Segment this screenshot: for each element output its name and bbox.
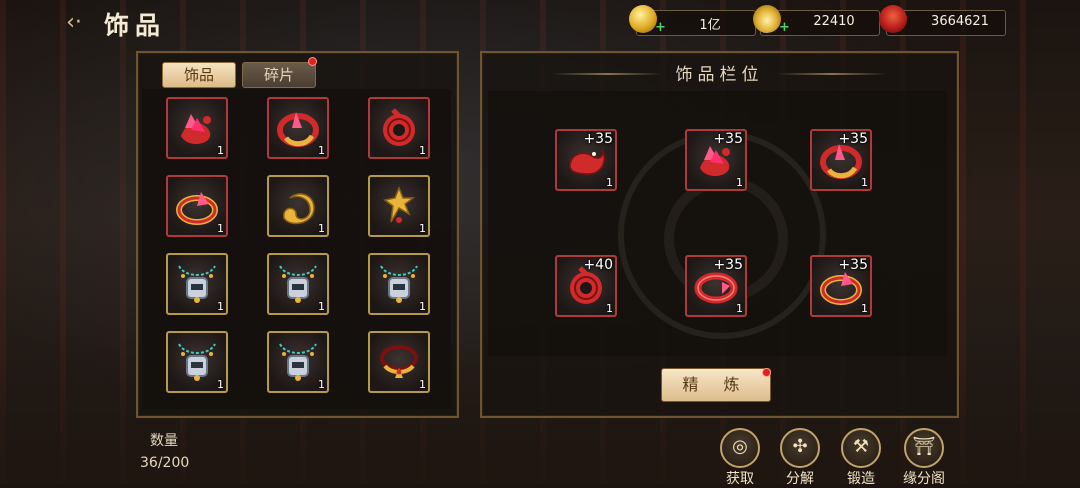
action-obtain[interactable]: ◎ 获取 (715, 428, 765, 488)
gold-coin-icon (629, 5, 657, 33)
enhance-level: +35 (838, 257, 868, 273)
item-count: 1 (318, 300, 325, 313)
inventory-item-slot[interactable]: 1 (267, 253, 329, 315)
currency-bag: 3664621 (879, 5, 1006, 36)
gold-ingot-icon (753, 5, 781, 33)
enhance-level: +40 (583, 257, 613, 273)
inventory-item-slot[interactable]: 1 (267, 175, 329, 237)
item-count: 1 (419, 144, 426, 157)
inventory-item-slot[interactable]: 1 (368, 97, 430, 159)
decompose-icon: ✣ (780, 428, 820, 468)
inventory-item-slot[interactable]: 1 (368, 331, 430, 393)
enhance-level: +35 (583, 131, 613, 147)
red-bag-icon (879, 5, 907, 33)
inventory-item-slot[interactable]: 1 (166, 97, 228, 159)
item-count: 1 (736, 302, 743, 315)
inventory-panel: 饰品 碎片 1 1 1 1 1 1 1 1 1 1 1 1 (136, 51, 459, 418)
refine-button[interactable]: 精 炼 (661, 368, 771, 402)
inventory-item-slot[interactable]: 1 (267, 97, 329, 159)
enhance-level: +35 (713, 131, 743, 147)
action-pavilion[interactable]: ⛩ 缘分阁 (899, 428, 949, 488)
inventory-item-slot[interactable]: 1 (166, 175, 228, 237)
currency-ingot: + 22410 (753, 5, 880, 36)
inventory-item-slot[interactable]: 1 (368, 175, 430, 237)
inventory-item-slot[interactable]: 1 (368, 253, 430, 315)
item-count: 1 (217, 300, 224, 313)
item-count: 1 (419, 222, 426, 235)
item-count: 1 (606, 176, 613, 189)
item-count: 1 (217, 144, 224, 157)
item-count: 1 (736, 176, 743, 189)
page-title: 饰品 (104, 11, 167, 40)
action-label: 分解 (786, 471, 814, 487)
equip-slot[interactable]: +40 1 (555, 255, 617, 317)
enhance-level: +35 (838, 131, 868, 147)
item-count: 1 (217, 222, 224, 235)
obtain-icon: ◎ (720, 428, 760, 468)
enhance-level: +35 (713, 257, 743, 273)
back-arrow-icon[interactable]: ‹· (60, 10, 88, 36)
action-glyph: ⛩ (912, 436, 936, 457)
equip-slot[interactable]: +35 1 (685, 255, 747, 317)
action-hammer[interactable]: ⚒ 锻造 (836, 428, 886, 488)
fragments-notification-dot (308, 57, 317, 66)
inventory-item-slot[interactable]: 1 (166, 331, 228, 393)
tab-accessories[interactable]: 饰品 (162, 62, 236, 88)
gold-value: 1亿 (699, 18, 721, 33)
inventory-grid: 1 1 1 1 1 1 1 1 1 1 1 1 (142, 89, 451, 409)
inventory-item-slot[interactable]: 1 (267, 331, 329, 393)
refine-notification-dot (762, 368, 771, 377)
equip-slot[interactable]: +35 1 (810, 129, 872, 191)
ingot-value: 22410 (813, 14, 855, 29)
equip-panel: 饰品栏位 +35 1 +35 1 +35 1 +40 1 +35 1 +35 1 精 炼 (480, 51, 959, 418)
equip-slot[interactable]: +35 1 (555, 129, 617, 191)
equip-slots-area: +35 1 +35 1 +35 1 +40 1 +35 1 +35 1 (488, 91, 947, 356)
equip-header: 饰品栏位 (482, 53, 957, 87)
inventory-item-slot[interactable]: 1 (166, 253, 228, 315)
currency-gold: + 1亿 (629, 5, 756, 36)
action-glyph: ✣ (792, 436, 808, 457)
item-count: 1 (318, 378, 325, 391)
action-glyph: ⚒ (852, 436, 870, 457)
action-glyph: ◎ (732, 436, 748, 457)
item-count: 1 (318, 144, 325, 157)
item-count: 1 (318, 222, 325, 235)
action-label: 锻造 (847, 471, 875, 487)
equip-slot[interactable]: +35 1 (810, 255, 872, 317)
pavilion-icon: ⛩ (904, 428, 944, 468)
item-count: 1 (861, 302, 868, 315)
quantity-value: 36/200 (140, 455, 190, 471)
item-count: 1 (217, 378, 224, 391)
action-label: 缘分阁 (903, 471, 945, 487)
header-ornament-right (777, 73, 887, 75)
equip-slot[interactable]: +35 1 (685, 129, 747, 191)
item-count: 1 (419, 300, 426, 313)
item-count: 1 (606, 302, 613, 315)
hammer-icon: ⚒ (841, 428, 881, 468)
quantity-label: 数量 (150, 433, 178, 449)
action-label: 获取 (726, 471, 754, 487)
bag-value: 3664621 (931, 14, 989, 29)
top-bar: ‹· 饰品 + 1亿 + 22410 3664621 (0, 0, 1080, 46)
item-count: 1 (861, 176, 868, 189)
tab-fragments[interactable]: 碎片 (242, 62, 316, 88)
action-decompose[interactable]: ✣ 分解 (775, 428, 825, 488)
item-count: 1 (419, 378, 426, 391)
